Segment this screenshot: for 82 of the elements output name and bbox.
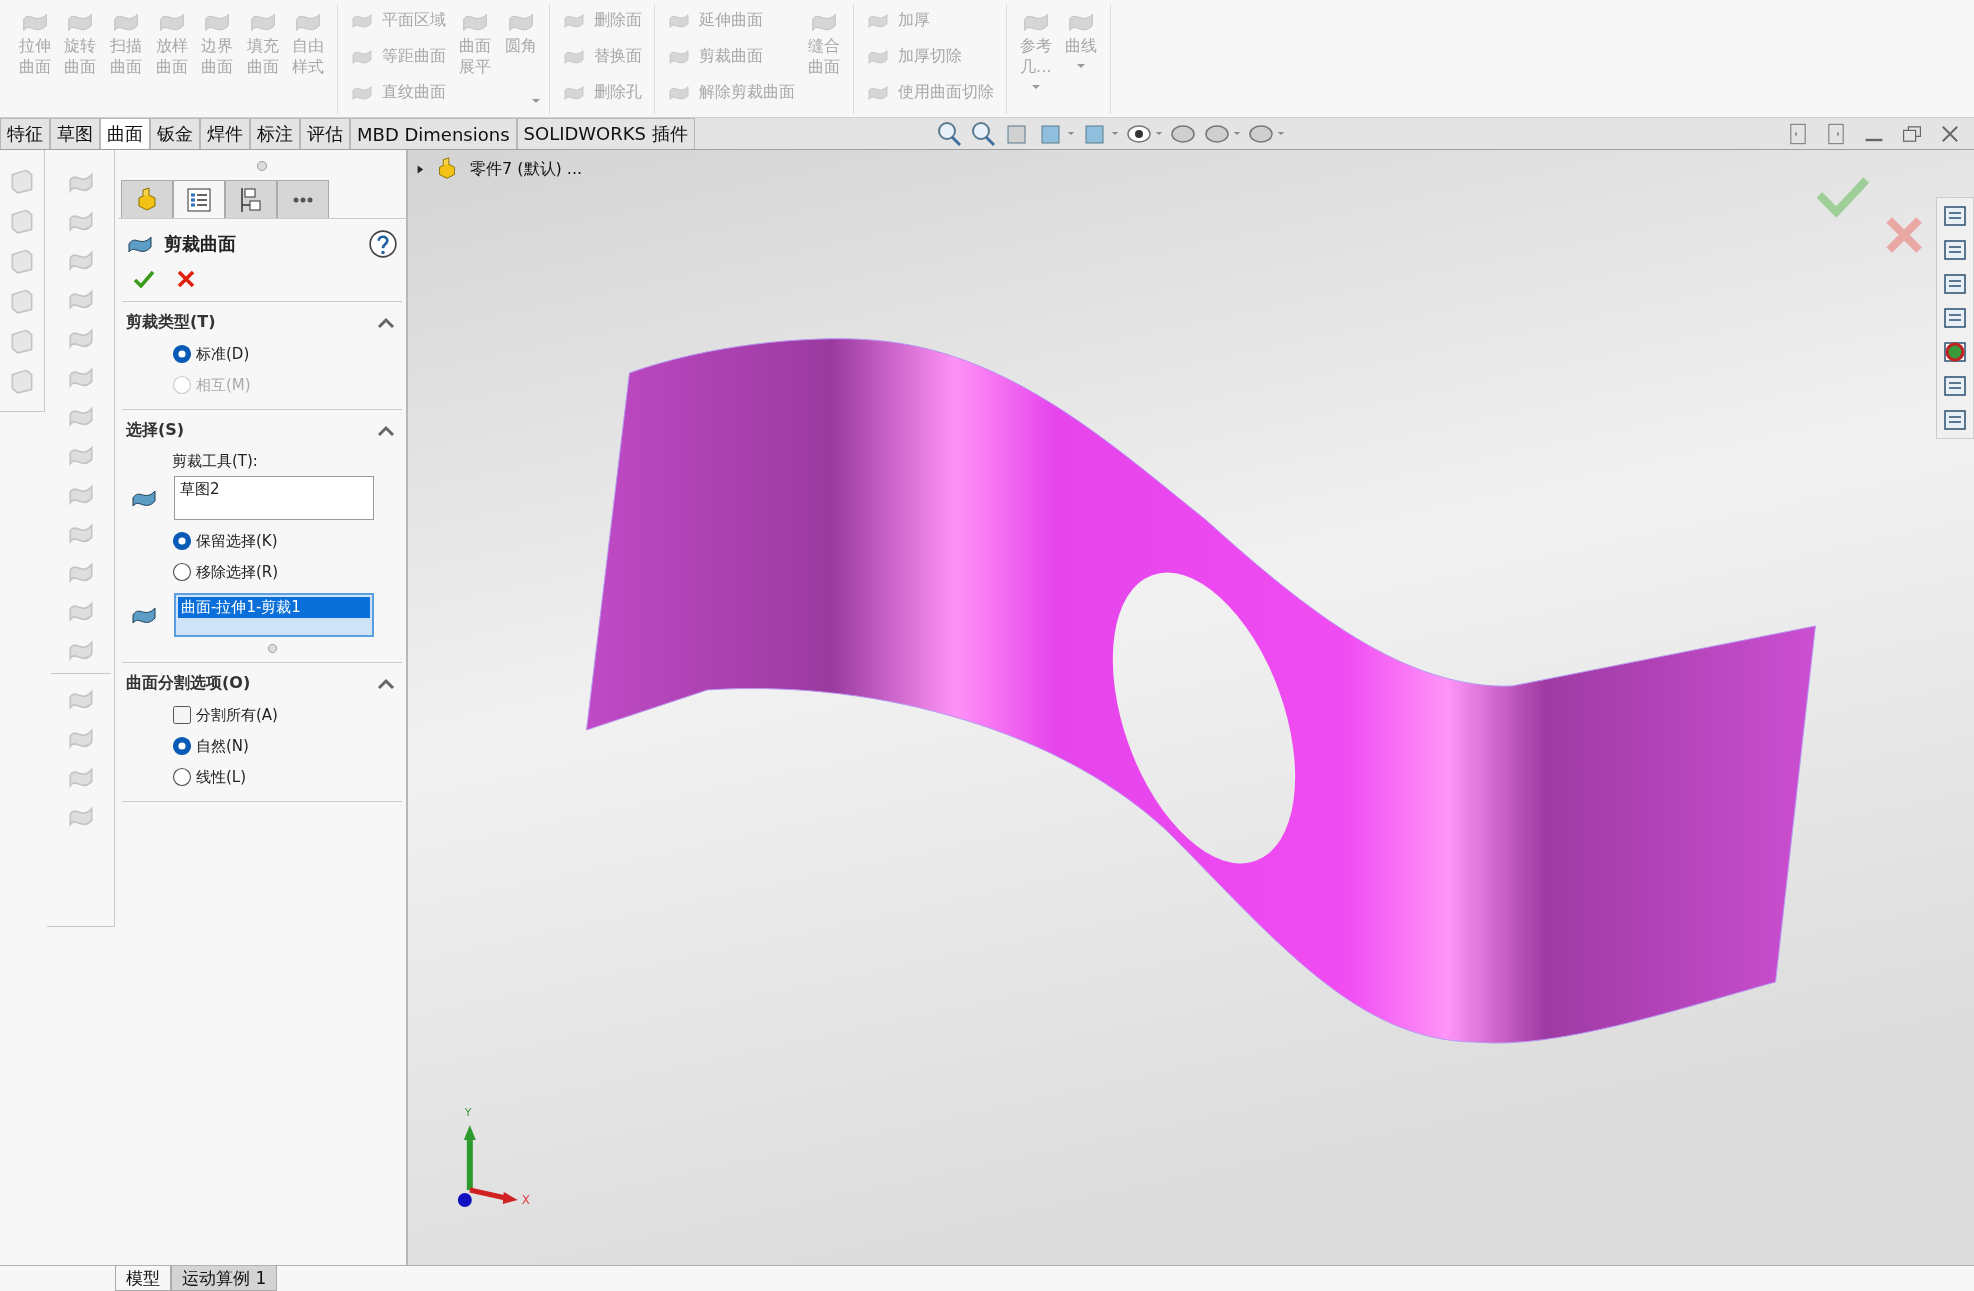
ribbon-button[interactable]: 扫描曲面 [105,4,147,80]
ribbon-tab[interactable]: 曲面 [100,118,150,149]
caret-icon[interactable] [1066,131,1075,136]
property-list-icon [185,185,213,214]
option-label: 保留选择(K) [196,531,278,551]
radio-button[interactable] [172,531,192,551]
ribbon-button[interactable]: 替换面 [558,40,647,72]
radio-button[interactable] [172,344,192,364]
ribbon-button[interactable]: 参考几... [1014,4,1057,80]
ribbon-button[interactable]: 边界曲面 [196,4,238,80]
ribbon-button[interactable]: 删除面 [558,4,647,36]
ribbon-button[interactable]: 放样曲面 [150,4,193,80]
ribbon-button[interactable]: 使用曲面切除 [861,76,998,108]
ribbon-button[interactable]: 拉伸曲面 [14,4,56,80]
ribbon-button[interactable]: 曲线 [1060,4,1103,59]
radio-button[interactable] [172,736,192,756]
panel-tab[interactable] [277,180,329,218]
ribbon-button[interactable]: 加厚 [861,4,998,36]
checkbox[interactable] [172,705,192,725]
part-name[interactable]: 零件7 (默认) ... [470,158,583,180]
ribbon-tab[interactable]: 特征 [0,118,50,149]
caret-icon[interactable] [1154,131,1163,136]
option-label: 分割所有(A) [196,705,278,725]
collapse-icon[interactable] [376,315,396,330]
panel-tab[interactable] [225,180,277,218]
option-label: 自然(N) [196,736,249,756]
help-icon[interactable] [368,229,398,259]
ribbon-button[interactable]: 解除剪裁曲面 [663,76,800,108]
more-icon [293,196,313,203]
ribbon-button[interactable]: 延伸曲面 [663,4,800,36]
ribbon-button[interactable]: 平面区域 [346,4,451,36]
radio-button[interactable] [172,767,192,787]
ribbon-button[interactable]: 等距曲面 [346,40,451,72]
ribbon-button[interactable]: 删除孔 [558,76,647,108]
ribbon-button[interactable]: 自由样式 [287,4,330,80]
collapse-icon[interactable] [376,423,396,438]
section-title: 选择(S) [126,420,185,441]
ribbon-tab[interactable]: 焊件 [200,118,250,149]
ok-icon[interactable] [1816,177,1870,218]
caret-icon[interactable] [1110,131,1119,136]
caret-icon[interactable] [1076,62,1087,69]
expand-arrow-icon[interactable] [416,163,424,175]
ribbon-tab[interactable]: SOLIDWORKS 插件 [516,118,695,149]
ribbon-button[interactable]: 加厚切除 [861,40,998,72]
ribbon-button[interactable]: 圆角 [499,4,542,59]
list-item[interactable]: 曲面-拉伸1-剪裁1 [178,597,370,618]
bottom-tab[interactable]: 运动算例 1 [171,1266,278,1291]
ribbon-tab[interactable]: 评估 [300,118,350,149]
radio-button[interactable] [172,562,192,582]
section-title: 曲面分割选项(O) [126,673,251,694]
resize-handle[interactable] [256,160,268,172]
ribbon-tab[interactable]: 钣金 [150,118,200,149]
ribbon-button[interactable]: 剪裁曲面 [663,40,800,72]
ribbon-button[interactable]: 旋转曲面 [59,4,102,80]
section-title: 剪裁类型(T) [126,312,216,333]
axis-label: Y [464,1106,472,1119]
caret-icon[interactable] [1030,83,1041,90]
ribbon-button[interactable]: 曲面展平 [454,4,496,80]
ribbon-button[interactable]: 填充曲面 [241,4,284,80]
panel-tab[interactable] [173,180,225,218]
selection-list[interactable]: 曲面-拉伸1-剪裁1 [174,593,374,637]
caret-icon[interactable] [531,98,542,104]
option-label: 移除选择(R) [196,562,279,582]
panel-title: 剪裁曲面 [164,232,236,256]
option-label: 相互(M) [196,375,251,395]
list-item[interactable]: 草图2 [177,479,371,500]
option-label: 标准(D) [196,344,250,364]
ribbon-tab[interactable]: 标注 [250,118,300,149]
resize-handle[interactable] [266,643,278,654]
collapse-icon[interactable] [376,676,396,691]
axis-label: X [521,1193,530,1207]
trimmed-surface[interactable] [586,338,1816,1044]
field-label: 剪裁工具(T): [171,452,259,471]
bottom-tab[interactable]: 模型 [115,1266,171,1291]
option-label: 线性(L) [196,767,247,787]
caret-icon[interactable] [1232,131,1241,136]
selection-list[interactable]: 草图2 [174,476,374,520]
ribbon-tab[interactable]: 草图 [50,118,100,149]
ribbon-button[interactable]: 直纹曲面 [346,76,451,108]
ribbon-button[interactable]: 缝合曲面 [803,4,845,80]
caret-icon[interactable] [1276,131,1285,136]
ribbon-tab[interactable]: MBD Dimensions [350,118,517,149]
